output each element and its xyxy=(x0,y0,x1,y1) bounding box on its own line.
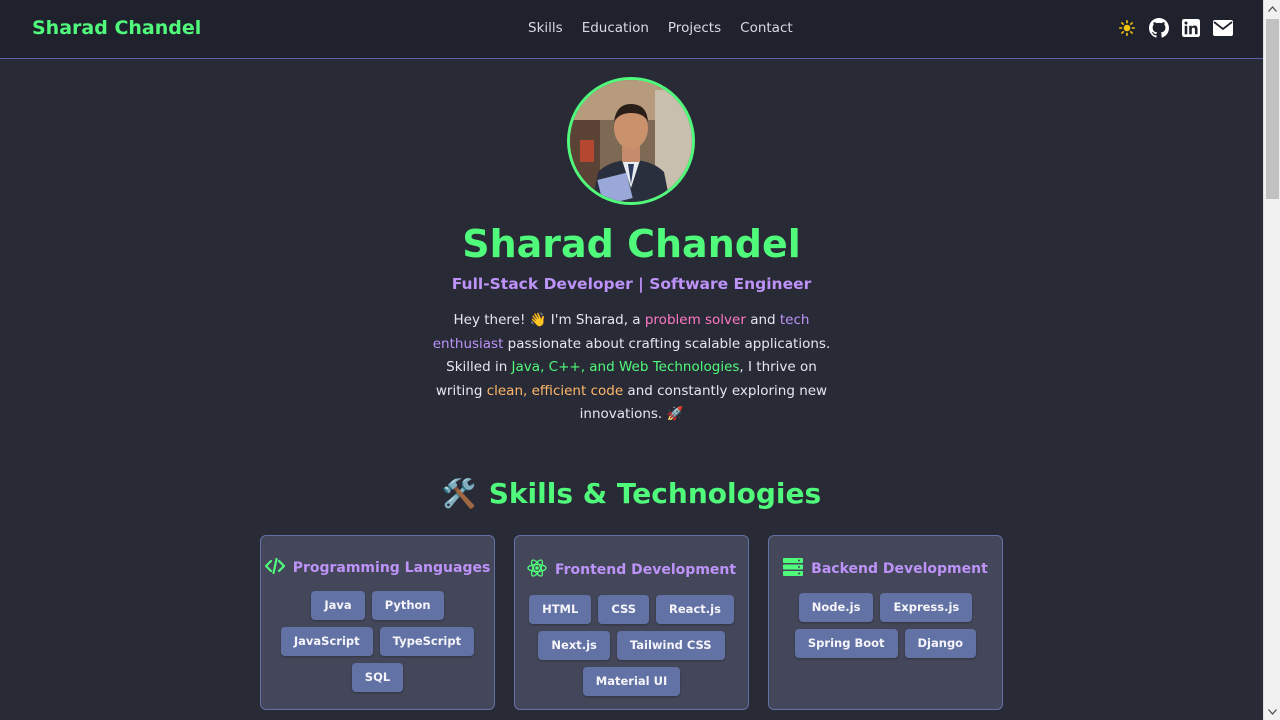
skills-title-text: Skills & Technologies xyxy=(488,477,822,510)
skill-tag: Python xyxy=(371,591,444,620)
skill-tag: HTML xyxy=(529,595,592,624)
tag-list: Java Python JavaScript TypeScript SQL xyxy=(261,578,494,692)
skill-card-backend-development: Backend Development Node.js Express.js S… xyxy=(768,535,1003,710)
bio-highlight-technologies: Java, C++, and Web Technologies xyxy=(511,359,740,375)
scrollbar-thumb[interactable] xyxy=(1266,19,1279,199)
server-icon xyxy=(783,558,804,580)
card-title: Programming Languages xyxy=(292,560,491,576)
tag-list: HTML CSS React.js Next.js Tailwind CSS M… xyxy=(515,582,748,696)
react-icon xyxy=(527,558,547,582)
skill-tag: TypeScript xyxy=(379,627,475,656)
bio-highlight-clean-code: clean, efficient code xyxy=(486,382,624,399)
navbar: Sharad Chandel Skills Education Projects… xyxy=(0,0,1263,59)
brand-logo-link[interactable]: Sharad Chandel xyxy=(32,17,201,39)
profile-photo xyxy=(570,80,692,202)
nav-icons xyxy=(1117,18,1233,38)
scroll-up-arrow-icon[interactable] xyxy=(1264,0,1280,17)
skill-tag: JavaScript xyxy=(280,627,373,656)
nav-link-contact[interactable]: Contact xyxy=(740,20,793,36)
skill-tag: Next.js xyxy=(538,631,610,660)
sun-icon[interactable] xyxy=(1117,18,1137,38)
mail-icon[interactable] xyxy=(1213,18,1233,38)
card-title: Frontend Development xyxy=(554,562,737,578)
hero-name: Sharad Chandel xyxy=(462,222,801,266)
hero-bio: Hey there! 👋 I'm Sharad, a problem solve… xyxy=(432,312,831,422)
github-icon[interactable] xyxy=(1149,18,1169,38)
nav-links: Skills Education Projects Contact xyxy=(528,20,793,36)
nav-link-education[interactable]: Education xyxy=(582,20,649,36)
card-title: Backend Development xyxy=(811,561,988,577)
skills-section-title: 🛠️ Skills & Technologies xyxy=(0,477,1263,510)
linkedin-icon[interactable] xyxy=(1181,18,1201,38)
skill-tag: Node.js xyxy=(798,593,874,622)
code-icon xyxy=(264,557,285,578)
skill-tag: SQL xyxy=(351,663,404,692)
skill-tag: Express.js xyxy=(880,593,973,622)
scroll-down-arrow-icon[interactable] xyxy=(1264,703,1280,720)
hero-role: Full-Stack Developer | Software Engineer xyxy=(451,275,812,293)
skill-tag: Tailwind CSS xyxy=(616,631,725,660)
nav-link-skills[interactable]: Skills xyxy=(528,20,563,36)
bio-highlight-problem-solver: problem solver xyxy=(644,312,746,328)
skill-card-programming-languages: Programming Languages Java Python JavaSc… xyxy=(260,535,495,710)
skill-tag: CSS xyxy=(598,595,650,624)
skill-tag: Material UI xyxy=(582,667,681,696)
skill-card-frontend-development: Frontend Development HTML CSS React.js N… xyxy=(514,535,749,710)
avatar xyxy=(567,77,695,205)
skill-tag: Django xyxy=(904,629,977,658)
tag-list: Node.js Express.js Spring Boot Django xyxy=(769,580,1002,658)
nav-link-projects[interactable]: Projects xyxy=(668,20,721,36)
page-scrollbar[interactable] xyxy=(1263,0,1280,720)
skill-tag: React.js xyxy=(656,595,734,624)
skill-tag: Spring Boot xyxy=(794,629,898,658)
tools-emoji-icon: 🛠️ xyxy=(441,477,477,510)
skill-tag: Java xyxy=(311,591,365,620)
